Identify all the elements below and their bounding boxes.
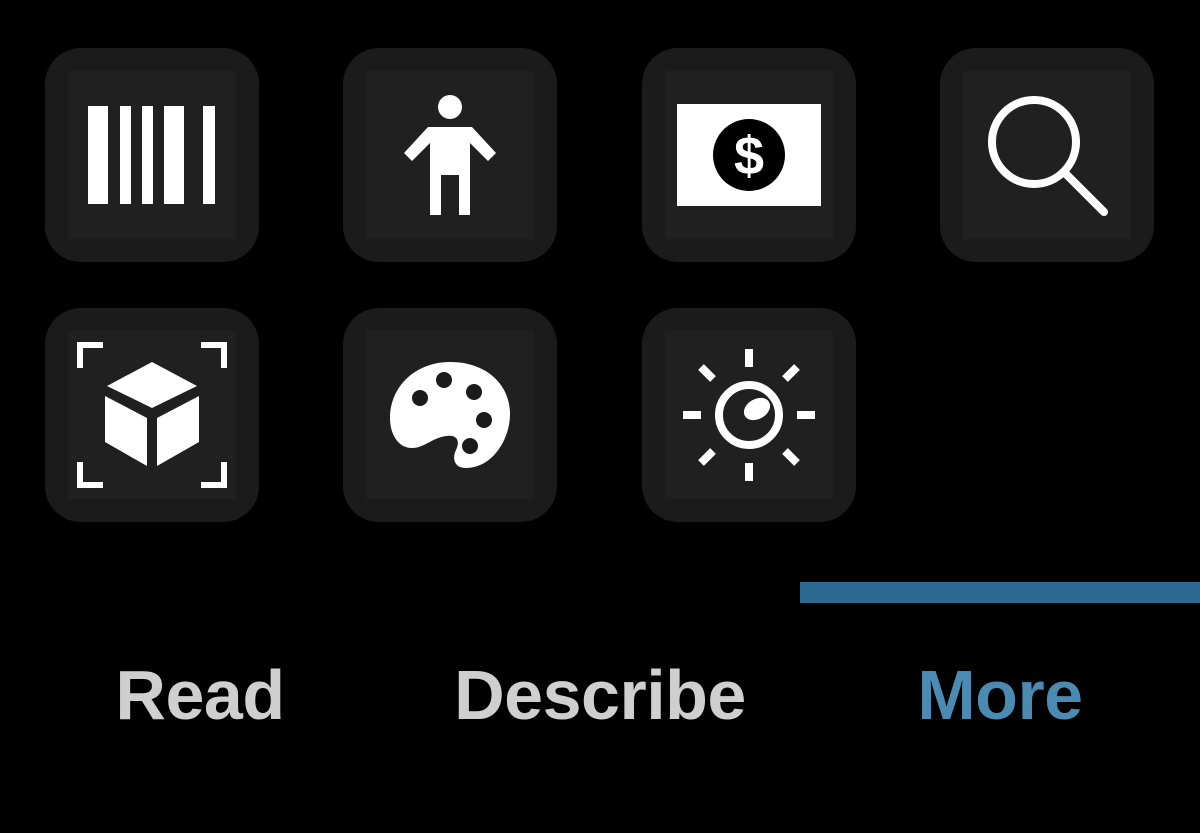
color-palette-icon (390, 362, 510, 468)
tab-describe-label: Describe (454, 656, 746, 734)
search-tile[interactable] (940, 48, 1154, 262)
object-scan-tile-surface (68, 331, 236, 499)
person-icon (404, 95, 496, 215)
light-tile[interactable] (642, 308, 856, 522)
barcode-tile-surface (68, 71, 236, 239)
object-scan-tile[interactable] (45, 308, 259, 522)
person-tile-surface (366, 71, 534, 239)
light-icon (683, 349, 815, 481)
search-tile-surface (963, 71, 1131, 239)
currency-icon: $ (677, 104, 821, 206)
light-tile-surface (665, 331, 833, 499)
object-scan-icon (77, 342, 227, 488)
svg-text:$: $ (734, 126, 764, 186)
tab-describe[interactable]: Describe (400, 650, 800, 740)
tab-read[interactable]: Read (0, 650, 400, 740)
color-palette-tile[interactable] (343, 308, 557, 522)
tab-more[interactable]: More (800, 650, 1200, 740)
barcode-tile[interactable] (45, 48, 259, 262)
currency-tile[interactable]: $ (642, 48, 856, 262)
person-tile[interactable] (343, 48, 557, 262)
barcode-icon (88, 106, 215, 204)
search-icon (988, 96, 1108, 216)
color-palette-tile-surface (366, 331, 534, 499)
tab-read-label: Read (115, 656, 285, 734)
currency-tile-surface: $ (665, 71, 833, 239)
tab-more-label: More (917, 656, 1083, 734)
selected-tab-indicator (800, 582, 1200, 603)
